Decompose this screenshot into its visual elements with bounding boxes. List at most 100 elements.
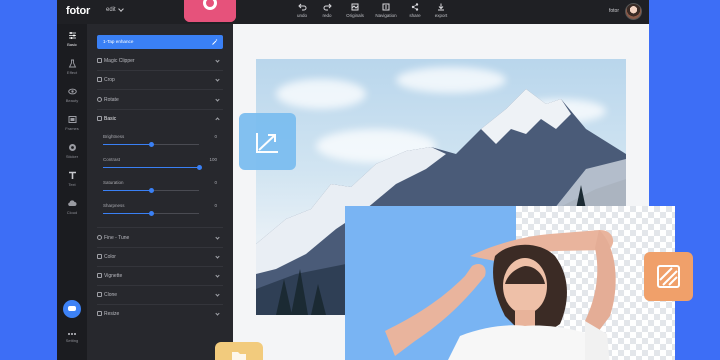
rail-item-text[interactable]: Text [57,171,87,187]
slider-value: 0 [214,203,217,208]
divider [97,89,223,90]
section-label: Vignette [104,273,123,279]
divider [97,285,223,286]
divider [97,304,223,305]
text-icon [68,171,76,179]
left-rail: Basic Effect Beauty Frames Sticker Text … [57,24,87,360]
divider [97,266,223,267]
rail-item-beauty[interactable]: Beauty [57,87,87,103]
chevron-down-icon [215,254,220,259]
tune-icon [97,235,102,240]
slider-fill [103,190,151,191]
cloud-icon [68,200,77,206]
share-icon [411,3,419,11]
section-rotate[interactable]: Rotate [97,93,223,107]
slider-label: Saturation [103,180,124,185]
avatar[interactable] [625,3,642,20]
resize-icon [97,311,102,316]
slider-handle[interactable] [148,142,154,147]
section-label: Color [104,254,116,260]
chevron-down-icon [215,311,220,316]
slider-label: Brightness [103,134,125,139]
divider [97,227,223,228]
section-label: Crop [104,77,115,83]
redo-icon [323,3,332,11]
slider-label: Contrast [103,157,121,162]
divider [97,247,223,248]
rail-item-setting[interactable]: Setting [57,332,87,343]
chevron-up-icon [215,117,220,122]
rail-label-cloud: Cloud [66,210,78,215]
divider [97,109,223,110]
slider-value: 100 [209,157,217,162]
vignette-icon [97,273,102,278]
section-resize[interactable]: Resize [97,307,223,321]
flask-icon [68,59,76,68]
sliders-icon [68,32,76,39]
top-toolbar: fotor edit undo redo Originals Navigatio… [57,0,649,24]
section-label: Clone [104,292,118,298]
slider-track[interactable] [103,165,202,170]
sticker-icon [68,144,76,151]
chevron-down-icon [215,77,220,82]
rail-label-setting: Setting [65,338,79,343]
chevron-down-icon [215,97,220,102]
rail-item-basic[interactable]: Basic [57,31,87,47]
app-logo: fotor [66,5,91,17]
section-vignette[interactable]: Vignette [97,269,223,283]
section-magic-clipper[interactable]: Magic Clipper [97,54,223,68]
rail-item-sticker[interactable]: Sticker [57,143,87,159]
clone-icon [97,292,102,297]
rail-label-effect: Effect [66,70,78,75]
chevron-down-icon [215,235,220,240]
rail-item-cloud[interactable]: Cloud [57,199,87,215]
section-basic[interactable]: Basic [97,112,223,126]
one-tap-enhance-button[interactable]: 1-Tap enhance [97,35,223,49]
stripes-icon [657,265,680,288]
export-label: export [434,13,448,18]
chevron-down-icon [215,58,220,63]
chevron-down-icon [215,292,220,297]
section-label: Resize [104,311,120,317]
slider-handle[interactable] [148,188,154,193]
export-button[interactable]: export [425,3,457,18]
folder-tile [215,342,263,360]
compare-button[interactable]: Originals [339,3,371,18]
compare-label: Originals [346,13,364,18]
download-icon [438,3,444,11]
slider-track[interactable] [103,188,199,193]
user-name: fotor [609,8,620,14]
slider-value: 0 [214,134,217,139]
slider-value: 0 [214,180,217,185]
chat-support-button[interactable] [63,300,81,318]
rail-label-text: Text [68,182,76,187]
section-label: Basic [104,116,117,122]
history-label: Navigation [375,13,397,18]
scissors-icon [97,58,102,63]
section-label: Rotate [104,97,119,103]
adjust-icon [97,116,102,121]
slider-track[interactable] [103,142,199,147]
pattern-tile [644,252,693,301]
rail-item-effect[interactable]: Effect [57,59,87,75]
section-clone[interactable]: Clone [97,288,223,302]
chart-tile [239,113,296,170]
slider-fill [103,144,151,145]
slider-handle[interactable] [196,165,202,170]
slider-track[interactable] [103,211,199,216]
camera-badge-outer [184,0,236,22]
section-fine-tune[interactable]: Fine - Tune [97,231,223,245]
chevron-down-icon [117,6,124,12]
section-crop[interactable]: Crop [97,73,223,87]
edit-menu[interactable]: edit [106,6,124,13]
compare-icon [351,3,359,11]
rail-item-frames[interactable]: Frames [57,115,87,131]
history-button[interactable]: Navigation [370,3,402,18]
woman-portrait [385,230,616,360]
eye-icon [67,88,77,95]
slider-label: Sharpness [103,203,125,208]
frame-icon [68,116,76,123]
slider-handle[interactable] [148,211,154,216]
adjust-panel: 1-Tap enhance Magic Clipper Crop Rotate … [87,24,233,360]
section-color[interactable]: Color [97,250,223,264]
